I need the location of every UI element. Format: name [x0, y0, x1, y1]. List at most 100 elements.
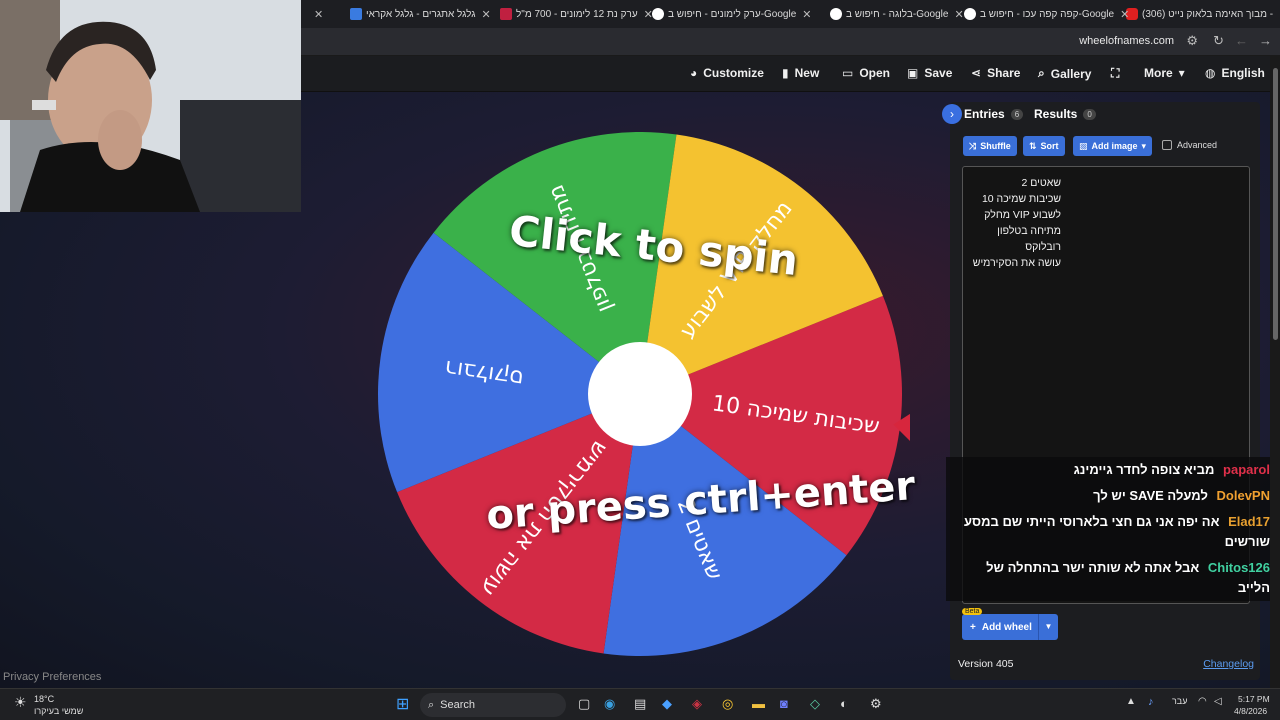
add-image-button[interactable]: ▨ Add image ▾ [1073, 136, 1153, 156]
settings-icon[interactable]: ⚙ [870, 696, 882, 712]
panel-tabs: › Entries 6 Results 0 [942, 102, 1260, 126]
entry-line: רובלוקס [1025, 241, 1061, 253]
add-wheel-main[interactable]: + Add wheel [962, 622, 1038, 633]
share-button[interactable]: ⋖ Share [971, 66, 1020, 80]
save-button[interactable]: ▣ Save [907, 66, 952, 80]
chat-text: למעלה SAVE יש לך [1093, 488, 1208, 503]
wheel-graphic[interactable]: שכיבות שמיכה 10שאטים 2עושה את הסקירמישרו… [370, 124, 910, 664]
more-menu[interactable]: More ▾ [1144, 66, 1185, 80]
checkbox-box[interactable] [1162, 140, 1172, 150]
search-icon: ⌕ [428, 698, 435, 711]
teams-icon[interactable]: ◙ [780, 696, 788, 711]
forward-icon[interactable]: → [1259, 33, 1272, 48]
browser-tab-active[interactable]: גלגל אתגרים - גלגל אקראי ✕ [346, 4, 497, 24]
palette-icon: ◕ [690, 66, 698, 80]
weather-desc[interactable]: שמשי בעיקרו [34, 706, 83, 716]
start-icon[interactable]: ⊞ [396, 694, 409, 714]
version-text: Version 405 [958, 658, 1014, 670]
streamer-video [0, 0, 301, 212]
microphone-icon[interactable]: ♪ [1148, 696, 1154, 708]
app-icon[interactable]: ◇ [810, 696, 820, 712]
add-wheel-button[interactable]: + Add wheel ▼ [962, 614, 1058, 640]
chat-message: DolevPN למעלה SAVE יש לך [946, 483, 1280, 509]
wheel-center-hub[interactable] [588, 342, 692, 446]
sort-button[interactable]: ⇅ Sort [1023, 136, 1065, 156]
tray-chevron-icon[interactable]: ▲ [1126, 696, 1136, 707]
button-label: Share [987, 66, 1021, 80]
chat-message: Elad17 אה יפה אני גם חצי בלארוסי הייתי ש… [946, 509, 1280, 555]
store-icon[interactable]: ▤ [634, 696, 646, 712]
privacy-preferences-link[interactable]: Privacy Preferences [3, 671, 101, 683]
chat-username: paparol [1223, 462, 1270, 477]
button-label: Save [924, 66, 953, 80]
tab-entries[interactable]: Entries 6 [964, 107, 1024, 121]
results-count-badge: 0 [1083, 108, 1096, 120]
page-scrollbar[interactable] [1270, 56, 1280, 688]
close-icon[interactable]: ✕ [1120, 8, 1129, 21]
site-settings-icon[interactable]: ⚙ [1186, 33, 1198, 49]
weather-temp[interactable]: 18°C [34, 694, 54, 704]
language-indicator[interactable]: עבר [1172, 696, 1187, 706]
open-button[interactable]: ▭ Open [842, 66, 890, 80]
wifi-icon[interactable]: ◠ [1198, 696, 1207, 707]
new-button[interactable]: ▮ New [782, 66, 819, 80]
taskbar-search[interactable]: ⌕ Search [420, 693, 566, 717]
tab-label: Results [1034, 107, 1078, 121]
close-icon[interactable]: ✕ [644, 8, 653, 21]
chat-username: Chitos126 [1207, 560, 1270, 575]
app-icon[interactable]: ◐ [840, 696, 848, 711]
changelog-link[interactable]: Changelog [1203, 658, 1254, 670]
url-text[interactable]: wheelofnames.com [1079, 35, 1174, 47]
reload-icon[interactable]: ↻ [1213, 33, 1224, 49]
advanced-checkbox[interactable]: Advanced [1162, 140, 1217, 150]
collapse-panel-button[interactable]: › [942, 104, 962, 124]
close-icon[interactable]: ✕ [481, 8, 490, 21]
close-tab-button[interactable]: ✕ [308, 4, 329, 24]
tab-title: גלגל אתגרים - גלגל אקראי [366, 8, 476, 20]
browser-tab[interactable]: ערק לימונים - חיפוש ב-Google ✕ [648, 4, 818, 24]
browser-tab[interactable]: ערק נת 12 לימונים - 700 מ"ל ✕ [496, 4, 659, 24]
chat-username: DolevPN [1216, 488, 1270, 503]
save-icon: ▣ [907, 66, 919, 80]
fullscreen-button[interactable]: ⛶ [1111, 66, 1119, 81]
clock-date[interactable]: 4/8/2026 [1234, 706, 1267, 716]
weather-icon[interactable]: ☀ [14, 694, 27, 711]
folder-icon: ▭ [842, 66, 854, 80]
browser-tab[interactable]: (306) מבוך האימה בלאוק נייט - [1122, 4, 1273, 24]
chevron-down-icon[interactable]: ▼ [1038, 614, 1058, 640]
browser-tab[interactable]: בלוגה - חיפוש ב-Google ✕ [826, 4, 970, 24]
tab-results[interactable]: Results 0 [1034, 107, 1096, 121]
chrome-icon[interactable]: ◎ [722, 696, 733, 712]
edge-icon[interactable]: ◉ [604, 696, 615, 712]
task-view-icon[interactable]: ▢ [578, 696, 590, 712]
google-icon [830, 8, 842, 20]
customize-button[interactable]: ◕ Customize [690, 66, 764, 80]
close-icon[interactable]: ✕ [954, 8, 963, 21]
scrollbar-thumb[interactable] [1273, 68, 1278, 340]
button-label: Add wheel [981, 621, 1032, 633]
wheel[interactable]: שכיבות שמיכה 10 שאטים 2 עושה את הסקירמיש רו… [370, 124, 910, 664]
language-menu[interactable]: ◍ English [1205, 66, 1265, 80]
volume-icon[interactable]: ◁ [1214, 696, 1222, 707]
windows-taskbar: ☀ 18°C שמשי בעיקרו ⊞ ⌕ Search ▢ ◉ ▤ ◆ ◈ … [0, 688, 1280, 720]
shuffle-button[interactable]: ⤨ Shuffle [963, 136, 1017, 156]
wheel-site-icon [350, 8, 362, 20]
button-label: Customize [703, 66, 764, 80]
app-icon[interactable]: ◈ [692, 696, 702, 712]
tab-title: בלוגה - חיפוש ב-Google [846, 8, 949, 20]
tab-title: ערק נת 12 לימונים - 700 מ"ל [516, 8, 638, 20]
gallery-button[interactable]: ⌕ Gallery [1038, 66, 1091, 81]
back-icon[interactable]: ← [1235, 33, 1248, 48]
browser-tab[interactable]: קפה קפה עכו - חיפוש ב-Google ✕ [960, 4, 1135, 24]
image-icon: ▨ [1079, 140, 1088, 151]
app-icon[interactable]: ◆ [662, 696, 672, 712]
button-label: Shuffle [980, 141, 1011, 151]
button-label: New [794, 66, 820, 80]
plus-icon: + [970, 621, 976, 633]
clock-time[interactable]: 5:17 PM [1238, 694, 1270, 704]
close-icon[interactable]: ✕ [802, 8, 811, 21]
tab-title: (306) מבוך האימה בלאוק נייט - [1142, 8, 1274, 20]
folder-icon[interactable]: ▬ [752, 696, 765, 711]
beta-badge: Beta [962, 608, 983, 615]
webcam-overlay [0, 0, 301, 212]
